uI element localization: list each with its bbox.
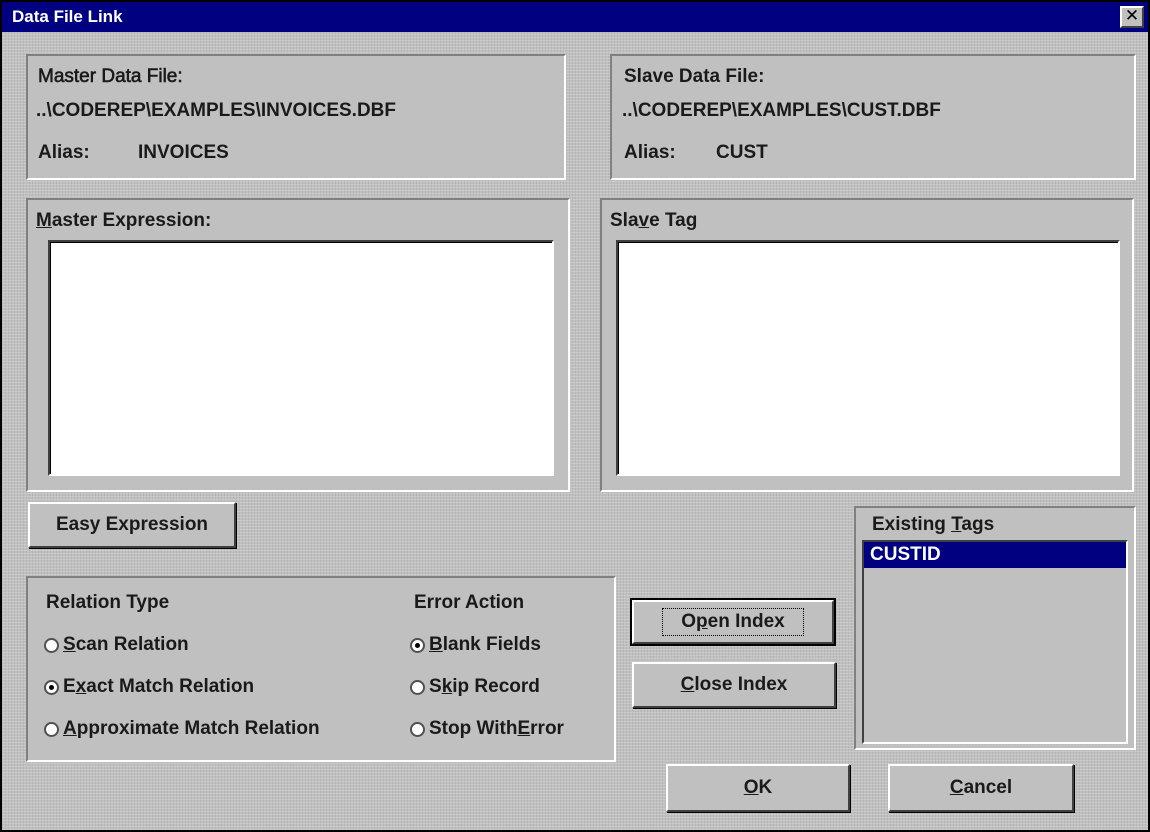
button-mnemonic: C xyxy=(680,674,695,695)
master-expression-input[interactable] xyxy=(48,240,554,476)
radio-label-part: ip Record xyxy=(452,676,540,697)
ok-button[interactable]: OK xyxy=(666,764,850,812)
title-bar[interactable]: Data File Link ✕ xyxy=(2,2,1148,32)
master-expression-panel: Master Expression: xyxy=(26,198,570,492)
open-index-button[interactable]: Open Index xyxy=(630,598,836,646)
master-expression-label: Master Expression: xyxy=(36,210,211,232)
close-index-button[interactable]: Close Index xyxy=(632,662,836,708)
master-data-file-path: ..\CODEREP\EXAMPLES\INVOICES.DBF xyxy=(36,100,396,121)
slave-alias-value: CUST xyxy=(716,142,768,163)
master-data-file-panel: Master Data File: ..\CODEREP\EXAMPLES\IN… xyxy=(26,54,566,180)
button-mnemonic: C xyxy=(949,777,964,798)
radio-label-part: can Relation xyxy=(75,634,189,655)
radio-label-part: S xyxy=(429,676,442,697)
radio-label-part: act Match Relation xyxy=(86,676,255,697)
existing-tags-heading: Existing Tags xyxy=(872,514,994,536)
heading-part: Existing xyxy=(872,514,952,535)
master-expression-mnemonic: M xyxy=(36,210,52,231)
radio-mnemonic: x xyxy=(75,676,87,697)
scan-relation-radio[interactable]: Scan Relation xyxy=(44,634,189,656)
easy-expression-button[interactable]: Easy Expression xyxy=(28,502,236,548)
heading-part: ags xyxy=(961,514,995,535)
radio-button-checked-icon[interactable] xyxy=(410,637,425,653)
button-mnemonic: p xyxy=(696,611,708,632)
slave-tag-panel: Slave Tag xyxy=(600,198,1134,492)
radio-button-icon[interactable] xyxy=(44,637,59,653)
button-label-part: lose Index xyxy=(694,674,788,695)
radio-mnemonic: E xyxy=(517,718,531,739)
master-alias-label: Alias: xyxy=(38,142,90,163)
button-label-part: en Index xyxy=(707,611,785,632)
slave-tag-label-part: Sla xyxy=(610,210,639,231)
blank-fields-radio[interactable]: Blank Fields xyxy=(410,634,541,656)
slave-tag-mnemonic: v xyxy=(638,210,650,231)
radio-mnemonic: A xyxy=(63,718,77,739)
existing-tags-list[interactable]: CUSTID xyxy=(862,540,1128,744)
skip-record-radio[interactable]: Sk ip Record xyxy=(410,676,540,698)
radio-mnemonic: S xyxy=(63,634,76,655)
button-label-part: K xyxy=(758,777,773,798)
button-mnemonic: O xyxy=(743,777,759,798)
slave-tag-label-part: e Tag xyxy=(649,210,698,231)
data-file-link-dialog: Data File Link ✕ Master Data File: ..\CO… xyxy=(0,0,1150,832)
slave-data-file-heading: Slave Data File: xyxy=(624,66,765,87)
radio-button-icon[interactable] xyxy=(44,721,59,737)
cancel-button[interactable]: Cancel xyxy=(888,764,1074,812)
slave-tag-label: Slave Tag xyxy=(610,210,697,232)
exact-match-relation-radio[interactable]: Ex act Match Relation xyxy=(44,676,254,698)
radio-label-part: pproximate Match Relation xyxy=(76,718,320,739)
heading-mnemonic: T xyxy=(951,514,962,535)
stop-with-error-radio[interactable]: Stop With Error xyxy=(410,718,564,740)
radio-mnemonic: B xyxy=(429,634,443,655)
radio-label-part: Stop With xyxy=(429,718,518,739)
radio-button-icon[interactable] xyxy=(410,721,425,737)
slave-data-file-path: ..\CODEREP\EXAMPLES\CUST.DBF xyxy=(622,100,941,121)
approximate-match-relation-radio[interactable]: Approximate Match Relation xyxy=(44,718,320,740)
button-label-part: O xyxy=(681,611,697,632)
slave-data-file-panel: Slave Data File: ..\CODEREP\EXAMPLES\CUS… xyxy=(610,54,1136,180)
error-action-heading: Error Action xyxy=(414,592,525,613)
slave-tag-input[interactable] xyxy=(616,240,1120,476)
relation-options-panel: Relation Type Scan Relation Ex act Match … xyxy=(26,576,616,762)
list-item[interactable]: CUSTID xyxy=(864,542,1126,568)
radio-button-icon[interactable] xyxy=(410,679,425,695)
master-data-file-heading: Master Data File: xyxy=(38,66,183,88)
master-alias-value: INVOICES xyxy=(138,142,229,163)
window-title: Data File Link xyxy=(12,7,123,26)
close-icon[interactable]: ✕ xyxy=(1120,6,1144,28)
existing-tags-panel: Existing Tags CUSTID xyxy=(854,506,1136,750)
radio-label-part: lank Fields xyxy=(442,634,541,655)
slave-alias-label: Alias: xyxy=(624,142,676,163)
radio-label-part: rror xyxy=(530,718,564,739)
radio-mnemonic: k xyxy=(441,676,453,697)
radio-label-part: E xyxy=(63,676,76,697)
button-label-part: ancel xyxy=(963,777,1013,798)
radio-button-checked-icon[interactable] xyxy=(44,679,59,695)
focus-rectangle: Open Index xyxy=(662,608,804,636)
relation-type-heading: Relation Type xyxy=(46,592,170,613)
master-expression-label-text: aster Expression: xyxy=(51,210,212,231)
